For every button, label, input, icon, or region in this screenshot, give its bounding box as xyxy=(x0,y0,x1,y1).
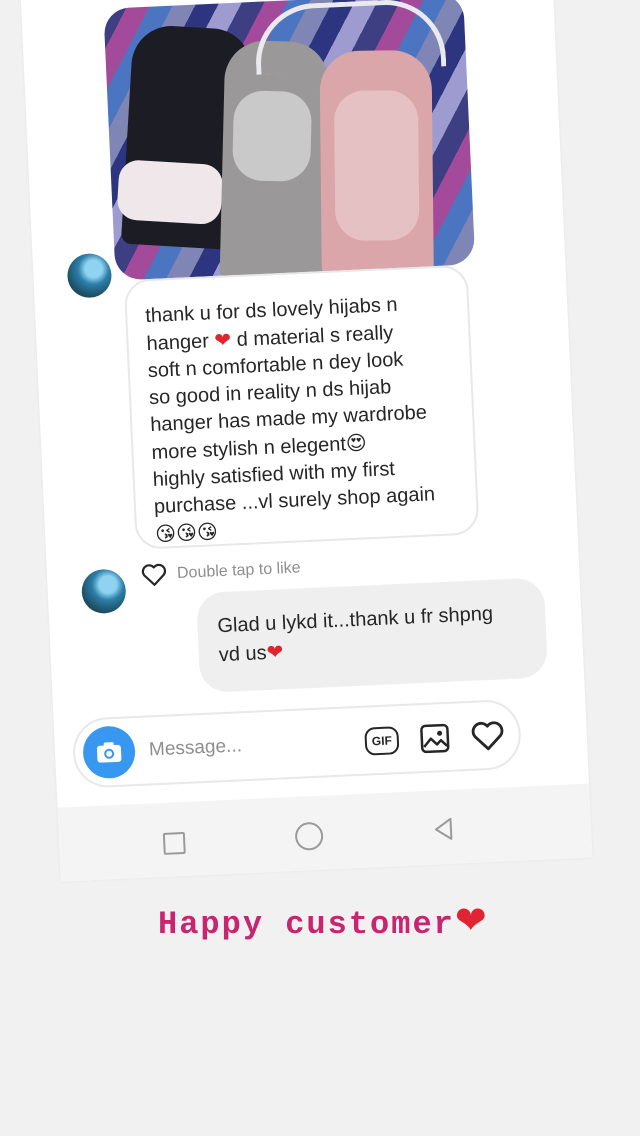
dm-screenshot: thank u for ds lovely hijabs n hanger ❤ … xyxy=(19,0,593,882)
incoming-message-bubble[interactable]: thank u for ds lovely hijabs n hanger ❤ … xyxy=(123,264,480,550)
lace-trim xyxy=(116,159,224,226)
like-row[interactable]: Double tap to like xyxy=(141,556,302,587)
message-text: hanger xyxy=(146,330,210,356)
camera-button[interactable] xyxy=(81,725,137,780)
lace-trim xyxy=(231,90,313,183)
lace-trim xyxy=(333,90,420,241)
message-text: vd us xyxy=(218,642,268,667)
home-icon[interactable] xyxy=(294,821,324,851)
message-text: d material s really xyxy=(236,321,394,352)
heart-outline-icon[interactable] xyxy=(470,719,505,753)
heart-emoji: ❤ xyxy=(454,898,489,942)
message-input[interactable] xyxy=(146,729,352,763)
sender-avatar[interactable] xyxy=(66,252,113,299)
gif-button[interactable]: GIF xyxy=(364,726,400,756)
camera-icon xyxy=(96,742,122,763)
android-navbar xyxy=(57,783,593,882)
pink-hijab xyxy=(319,49,434,278)
heart-emoji: ❤ xyxy=(213,327,232,353)
heart-emoji: ❤ xyxy=(265,639,284,665)
outgoing-message-bubble[interactable]: Glad u lykd it...thank u fr shpng vd us❤ xyxy=(195,577,549,694)
back-icon[interactable] xyxy=(430,816,457,843)
sender-avatar[interactable] xyxy=(80,568,127,615)
heart-outline-icon[interactable] xyxy=(141,562,168,587)
hijabs-photo[interactable] xyxy=(103,0,476,281)
heart-eyes-emoji: 😍 xyxy=(345,430,368,456)
message-composer: GIF xyxy=(71,698,523,789)
image-icon[interactable] xyxy=(418,722,451,755)
grey-hijab xyxy=(219,39,330,281)
hijab-hanger xyxy=(253,0,447,75)
double-tap-hint: Double tap to like xyxy=(176,559,301,583)
recent-apps-icon[interactable] xyxy=(162,831,186,855)
caption-text: Happy customer xyxy=(158,906,455,943)
story-caption: Happy customer❤ xyxy=(158,898,558,943)
